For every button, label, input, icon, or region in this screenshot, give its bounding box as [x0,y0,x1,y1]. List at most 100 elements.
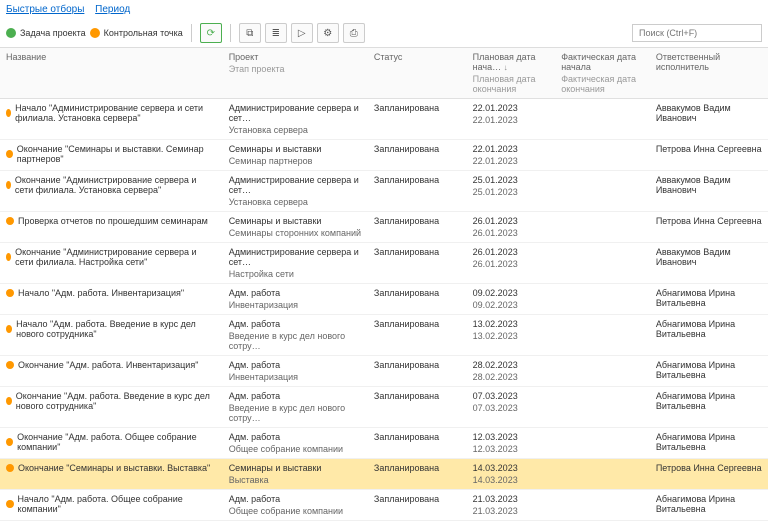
status-text: Запланирована [374,216,439,226]
task-name: Начало "Администрирование сервера и сети… [15,103,217,123]
plan-start-date: 14.03.2023 [473,463,518,473]
toolbar: Задача проекта Контрольная точка ⟳ ⧉ ≣ ▷… [0,19,768,48]
plan-start-date: 07.03.2023 [473,391,518,401]
divider [230,24,231,42]
dot-green-icon [6,28,16,38]
project-name: Адм. работа [229,360,280,370]
table-row[interactable]: Начало "Адм. работа. Введение в курс дел… [0,315,768,356]
plan-start-date: 26.01.2023 [473,216,518,226]
stage-name: Настройка сети [229,269,362,279]
table-row[interactable]: Окончание "Адм. работа. Введение в курс … [0,387,768,428]
milestone-dot-icon [6,217,14,225]
col-fact-date[interactable]: Фактическая дата началаФактическая дата … [555,48,650,99]
responsible-name: Абнагимова Ирина Витальевна [656,288,735,308]
sort-indicator-icon: ↓ [504,63,508,72]
stage-name: Установка сервера [229,197,362,207]
col-responsible[interactable]: Ответственный исполнитель [650,48,768,99]
tasks-table: Название ПроектЭтап проекта Статус Плано… [0,48,768,521]
responsible-name: Петрова Инна Сергеевна [656,463,762,473]
responsible-name: Абнагимова Ирина Витальевна [656,391,735,411]
report-button[interactable]: ≣ [265,23,287,43]
plan-end-date: 09.02.2023 [473,300,550,310]
stage-name: Семинары сторонних компаний [229,228,362,238]
table-row[interactable]: Проверка отчетов по прошедшим семинарамС… [0,212,768,243]
divider [191,24,192,42]
settings-button[interactable]: ⚙ [317,23,339,43]
milestone-dot-icon [6,253,11,261]
task-name: Начало "Адм. работа. Введение в курс дел… [16,319,217,339]
task-name: Окончание "Адм. работа. Общее собрание к… [17,432,217,452]
status-text: Запланирована [374,463,439,473]
task-name: Окончание "Семинары и выставки. Выставка… [18,463,210,473]
period-link[interactable]: Период [95,4,130,15]
plan-start-date: 12.03.2023 [473,432,518,442]
stage-name: Введение в курс дел нового сотру… [229,403,362,423]
plan-start-date: 13.02.2023 [473,319,518,329]
milestone-dot-icon [6,500,14,508]
table-row[interactable]: Окончание "Адм. работа. Инвентаризация" А… [0,356,768,387]
task-name: Окончание "Адм. работа. Инвентаризация" [18,360,198,370]
search-input[interactable] [632,24,762,42]
responsible-name: Аввакумов Вадим Иванович [656,103,731,123]
status-text: Запланирована [374,175,439,185]
status-text: Запланирована [374,288,439,298]
copy-button[interactable]: ⧉ [239,23,261,43]
table-row[interactable]: Окончание "Адм. работа. Общее собрание к… [0,428,768,459]
play-button[interactable]: ▷ [291,23,313,43]
table-row[interactable]: Окончание "Семинары и выставки. Семинар … [0,140,768,171]
plan-start-date: 21.03.2023 [473,494,518,504]
status-text: Запланирована [374,360,439,370]
report-icon: ≣ [272,28,280,39]
table-row[interactable]: Окончание "Администрирование сервера и с… [0,171,768,212]
legend-checkpoint-label: Контрольная точка [104,28,183,38]
project-name: Адм. работа [229,432,280,442]
print-button[interactable]: ⎙ [343,23,365,43]
status-text: Запланирована [374,247,439,257]
plan-end-date: 28.02.2023 [473,372,550,382]
table-row[interactable]: Окончание "Администрирование сервера и с… [0,243,768,284]
plan-end-date: 26.01.2023 [473,228,550,238]
quick-filters-bar: Быстрые отборы Период [0,0,768,19]
responsible-name: Петрова Инна Сергеевна [656,144,762,154]
col-project[interactable]: ПроектЭтап проекта [223,48,368,99]
table-row[interactable]: Начало "Администрирование сервера и сети… [0,99,768,140]
status-text: Запланирована [374,432,439,442]
responsible-name: Аввакумов Вадим Иванович [656,247,731,267]
milestone-dot-icon [6,438,13,446]
status-text: Запланирована [374,494,439,504]
stage-name: Инвентаризация [229,300,362,310]
plan-end-date: 25.01.2023 [473,187,550,197]
task-name: Начало "Адм. работа. Общее собрание комп… [18,494,217,514]
stage-name: Общее собрание компании [229,506,362,516]
col-name[interactable]: Название [0,48,223,99]
col-status[interactable]: Статус [368,48,467,99]
play-icon: ▷ [298,28,306,39]
plan-start-date: 22.01.2023 [473,103,518,113]
refresh-button[interactable]: ⟳ [200,23,222,43]
project-name: Семинары и выставки [229,463,322,473]
milestone-dot-icon [6,109,11,117]
task-name: Начало "Адм. работа. Инвентаризация" [18,288,184,298]
plan-start-date: 28.02.2023 [473,360,518,370]
plan-start-date: 22.01.2023 [473,144,518,154]
project-name: Адм. работа [229,319,280,329]
copy-icon: ⧉ [246,28,253,39]
status-text: Запланирована [374,144,439,154]
col-plan-date[interactable]: Плановая дата нача… ↓Плановая дата оконч… [467,48,556,99]
stage-name: Инвентаризация [229,372,362,382]
plan-start-date: 26.01.2023 [473,247,518,257]
legend-task: Задача проекта [6,28,86,38]
plan-end-date: 13.02.2023 [473,331,550,341]
quick-filters-link[interactable]: Быстрые отборы [6,4,84,15]
status-text: Запланирована [374,103,439,113]
table-header-row: Название ПроектЭтап проекта Статус Плано… [0,48,768,99]
table-row[interactable]: Окончание "Семинары и выставки. Выставка… [0,459,768,490]
plan-end-date: 21.03.2023 [473,506,550,516]
table-row[interactable]: Начало "Адм. работа. Общее собрание комп… [0,490,768,521]
plan-end-date: 22.01.2023 [473,156,550,166]
stage-name: Семинар партнеров [229,156,362,166]
stage-name: Введение в курс дел нового сотру… [229,331,362,351]
responsible-name: Абнагимова Ирина Витальевна [656,319,735,339]
table-row[interactable]: Начало "Адм. работа. Инвентаризация"Адм.… [0,284,768,315]
plan-end-date: 07.03.2023 [473,403,550,413]
